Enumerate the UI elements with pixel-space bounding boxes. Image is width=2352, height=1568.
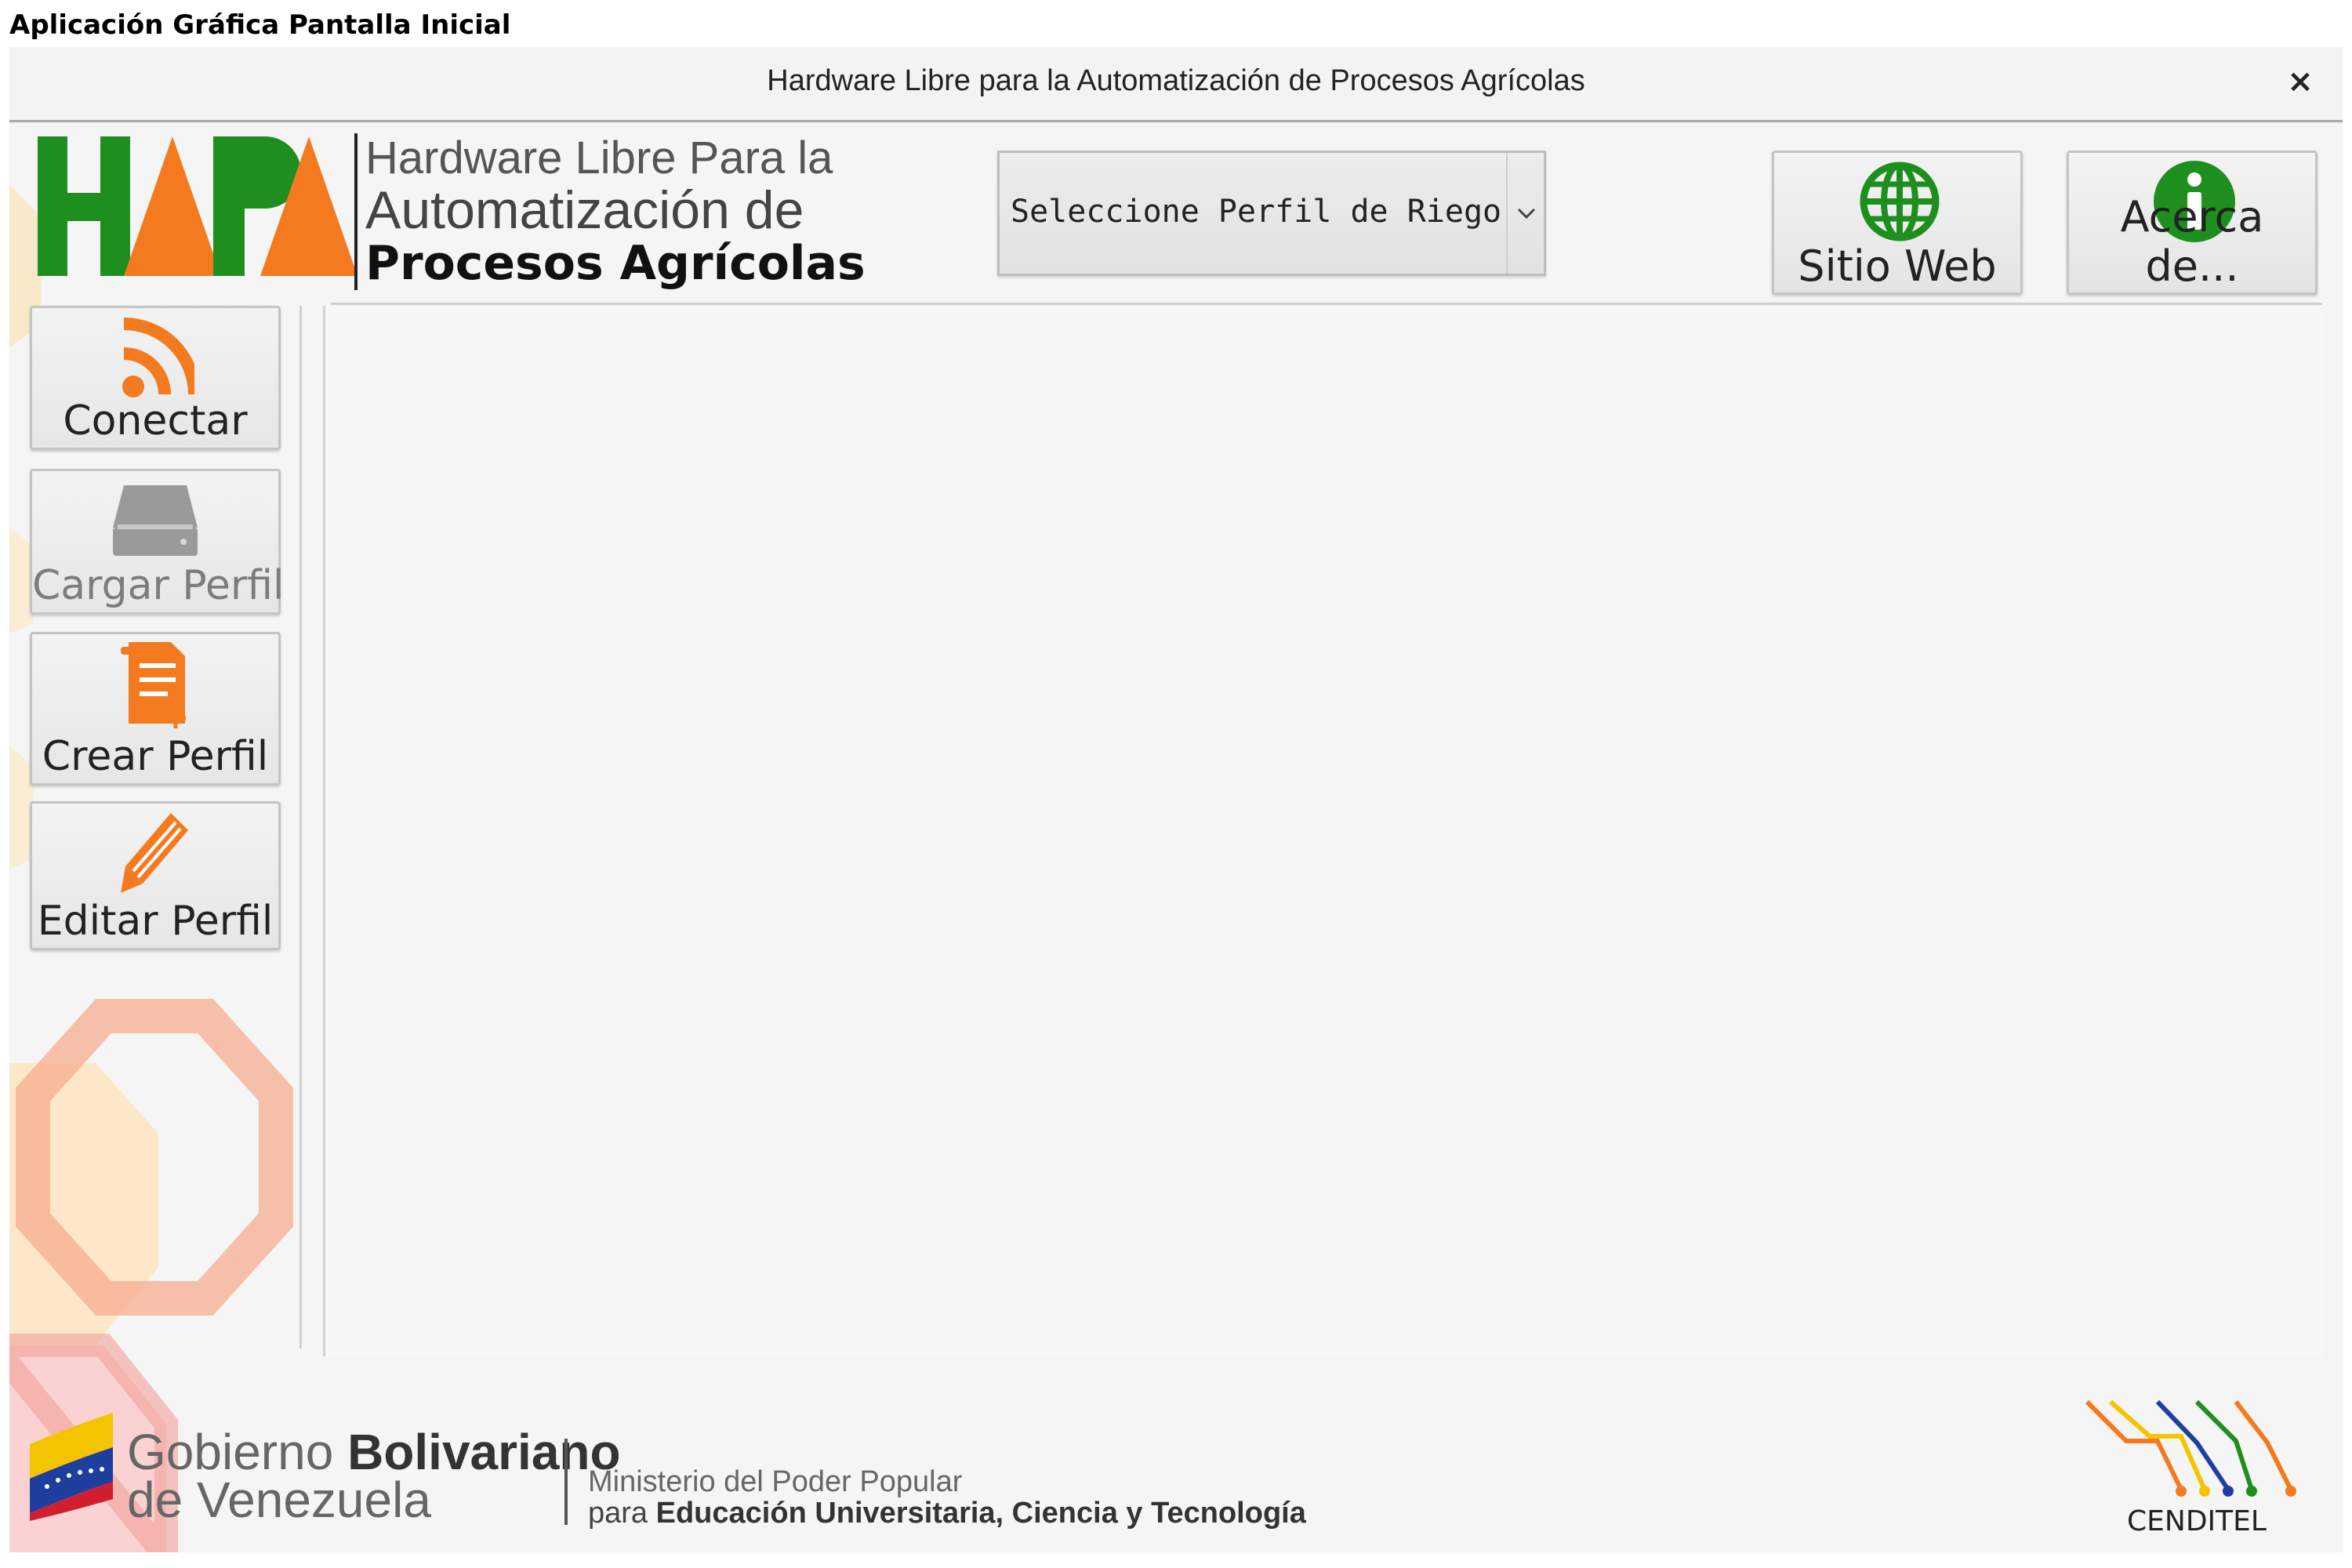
website-label: Sitio Web (1798, 241, 1997, 291)
window-title: Hardware Libre para la Automatización de… (767, 64, 1585, 97)
cenditel-logo: CENDITEL (2079, 1396, 2314, 1544)
cenditel-text: CENDITEL (2127, 1505, 2267, 1537)
logo-line-2: Automatización de (365, 180, 804, 240)
close-button[interactable]: × (2277, 58, 2324, 105)
venezuela-flag-logo (30, 1413, 113, 1521)
create-profile-label: Crear Perfil (42, 733, 269, 780)
connect-button[interactable]: Conectar (30, 306, 281, 450)
ministry-name: Educación Universitaria, Ciencia y Tecno… (655, 1497, 1306, 1530)
government-logo-text: Gobierno Bolivariano de Venezuela (127, 1427, 621, 1528)
title-bar: Hardware Libre para la Automatización de… (9, 47, 2343, 122)
cenditel-circuit-graphic (2085, 1399, 2296, 1497)
profile-select-value: Seleccione Perfil de Riego (1011, 194, 1502, 230)
ministry-line-1: Ministerio del Poder Popular (588, 1465, 963, 1498)
venezuela-text: de Venezuela (127, 1472, 431, 1528)
app-window: Hardware Libre para la Automatización de… (9, 47, 2343, 1552)
load-profile-label: Cargar Perfil (32, 562, 285, 609)
edit-profile-label: Editar Perfil (37, 898, 274, 945)
create-profile-button[interactable]: Crear Perfil (30, 632, 281, 786)
about-button[interactable]: Acerca de... (2067, 151, 2318, 295)
footer-divider (564, 1439, 568, 1525)
main-content-area (323, 306, 2324, 1356)
logo-line-1: Hardware Libre Para la (365, 132, 833, 183)
edit-profile-button[interactable]: Editar Perfil (30, 801, 281, 950)
profile-select[interactable]: Seleccione Perfil de Riego (997, 151, 1546, 276)
ministry-prefix: para (588, 1497, 656, 1530)
globe-icon (1860, 162, 1940, 241)
new-document-icon (121, 642, 186, 728)
about-label: Acerca de... (2120, 192, 2264, 291)
pencil-icon (121, 813, 188, 893)
drive-icon (113, 485, 198, 556)
logo-line-3: Procesos Agrícolas (365, 236, 866, 291)
header-divider (331, 303, 2322, 305)
hapa-logo (38, 136, 354, 276)
website-button[interactable]: Sitio Web (1772, 151, 2023, 295)
chevron-down-icon[interactable] (1506, 153, 1544, 274)
connect-label: Conectar (63, 397, 248, 445)
rss-icon (122, 318, 201, 397)
sidebar-divider (299, 306, 302, 1348)
page-caption: Aplicación Gráfica Pantalla Inicial (9, 9, 511, 41)
logo-wordmark: Hardware Libre Para la Automatización de… (354, 133, 866, 290)
ministry-text: Ministerio del Poder Popular para Educac… (588, 1466, 1306, 1529)
load-profile-button[interactable]: Cargar Perfil (30, 469, 285, 615)
